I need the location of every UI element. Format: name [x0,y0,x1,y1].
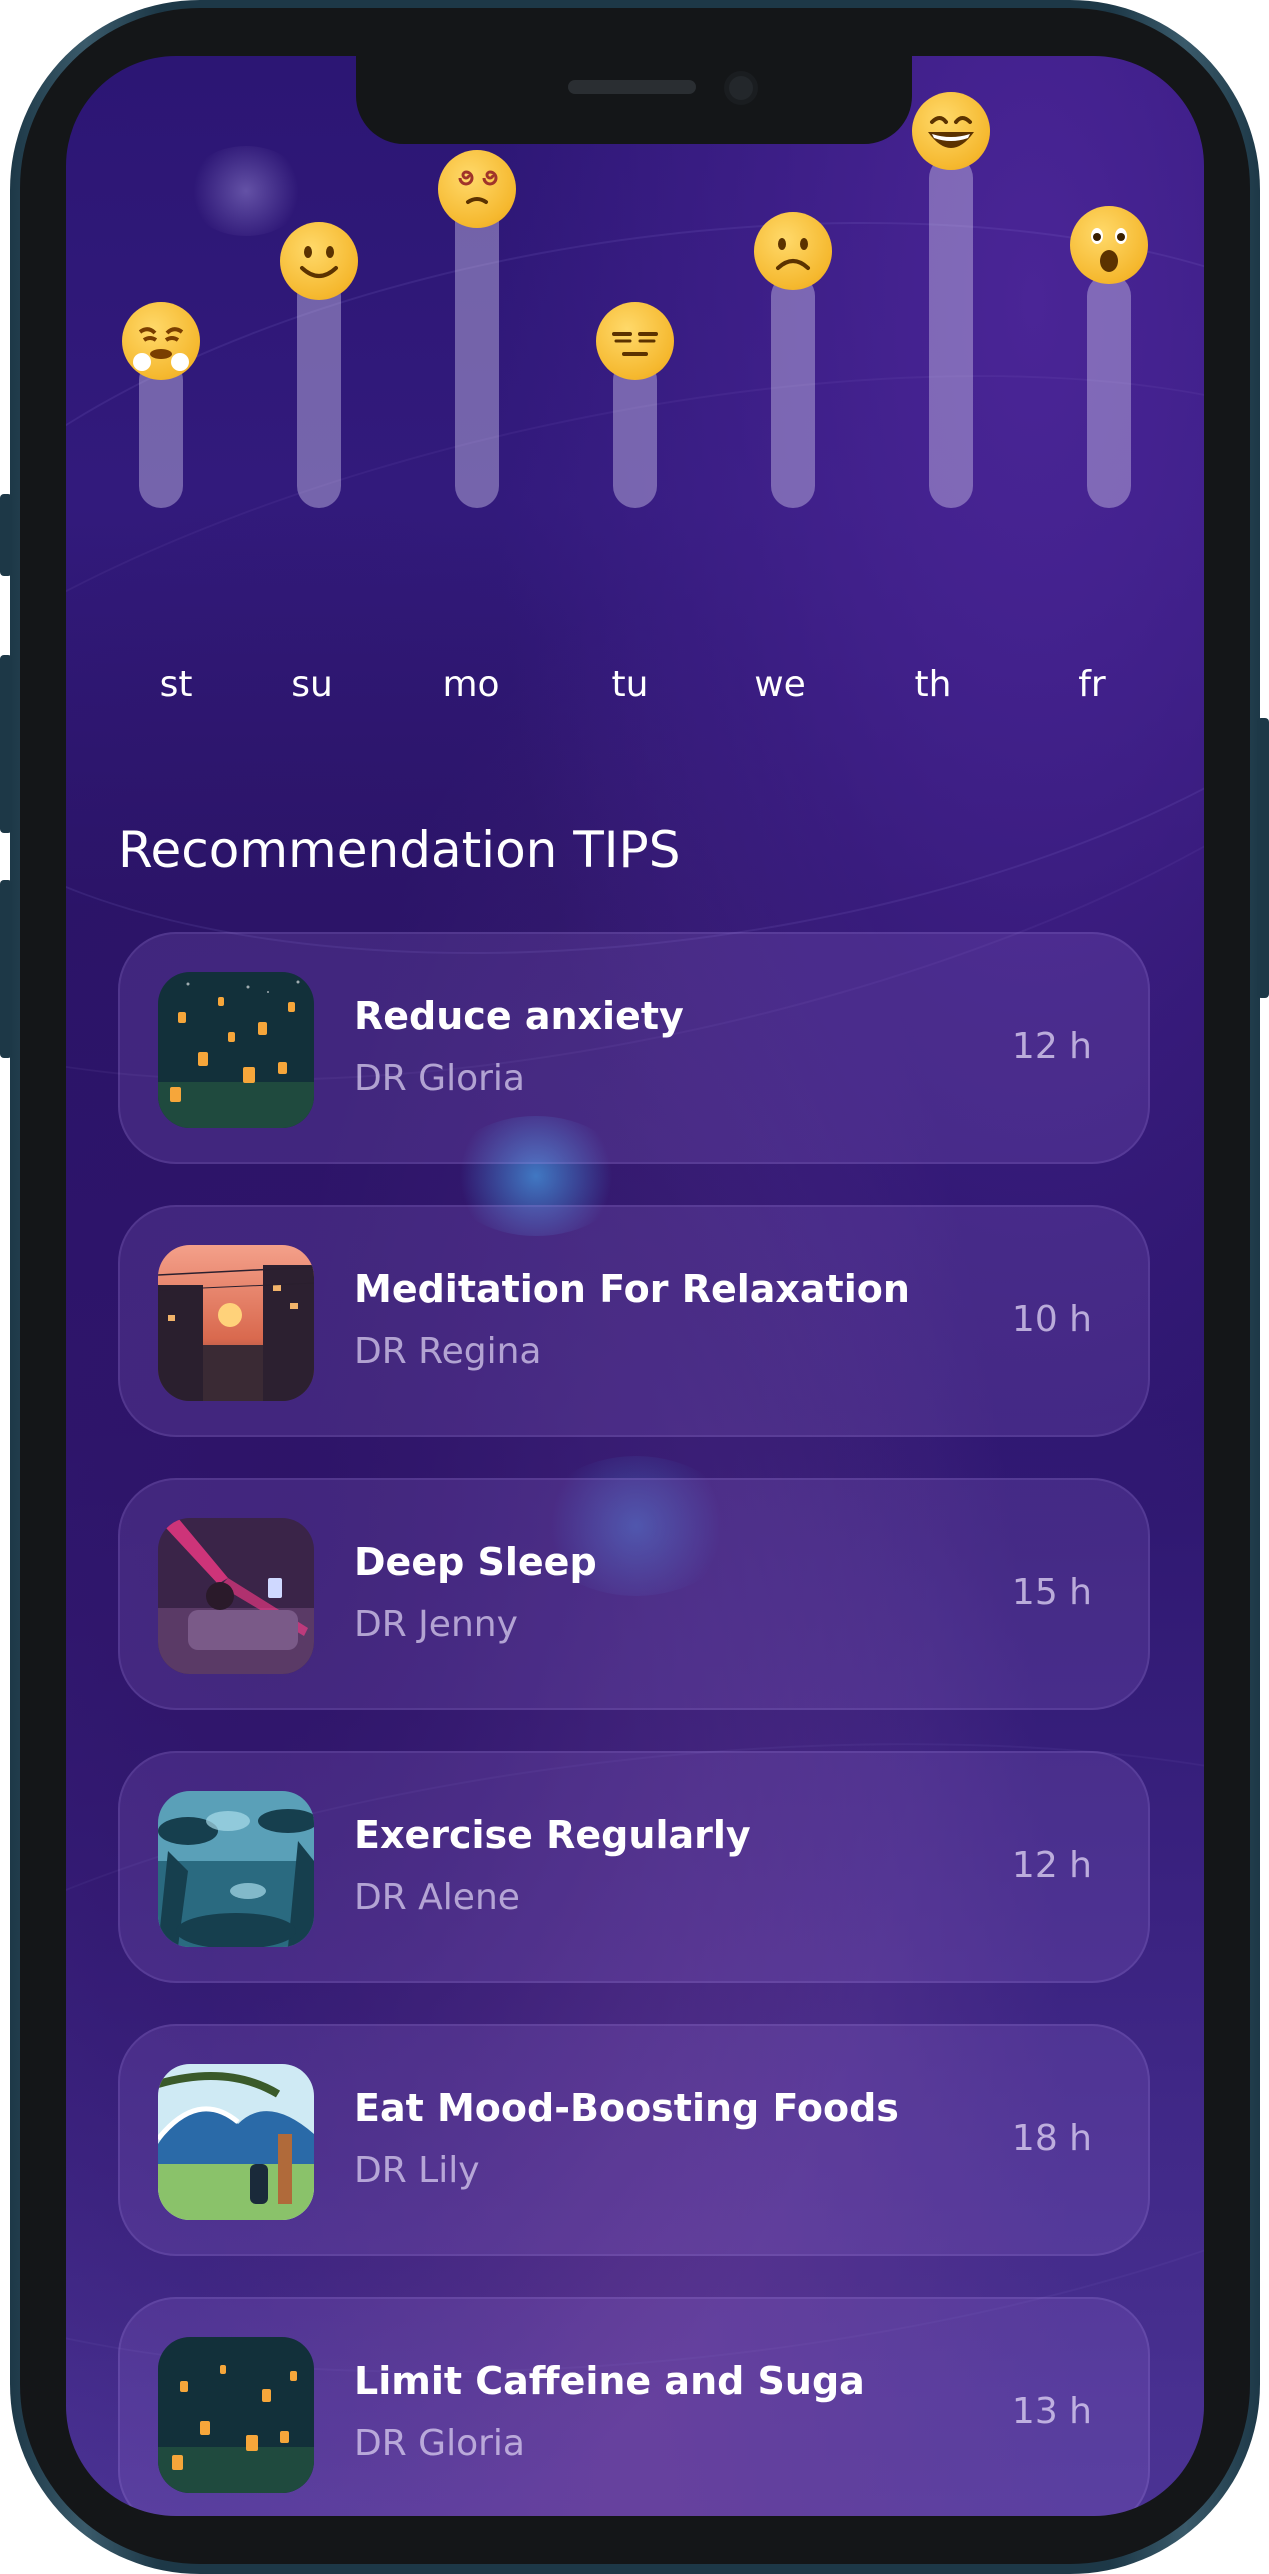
tip-title: Reduce anxiety [354,994,684,1038]
front-camera-icon [724,71,758,105]
tip-duration: 12 h [1011,1845,1092,1886]
angry-face-icon [122,302,200,380]
tip-title: Limit Caffeine and Suga [354,2359,865,2403]
sunset-street-image [158,1245,314,1401]
day-label-mo: mo [442,664,500,705]
side-button-power [1257,718,1269,998]
mood-bar-mo[interactable] [455,196,499,508]
mood-bar-su[interactable] [297,274,341,508]
tip-duration: 15 h [1011,1572,1092,1613]
tip-duration: 10 h [1011,1299,1092,1340]
day-label-th: th [914,664,952,705]
mood-bar-st[interactable] [139,358,183,508]
tip-author: DR Jenny [354,1604,518,1645]
lanterns-night-image [158,2337,314,2493]
tip-title: Deep Sleep [354,1540,597,1584]
section-title: Recommendation TIPS [118,821,681,879]
smiling-face-icon [280,222,358,300]
mood-bar-we[interactable] [771,274,815,508]
tip-card[interactable]: Exercise Regularly DR Alene 12 h [118,1751,1150,1983]
tip-title: Meditation For Relaxation [354,1267,910,1311]
day-label-su: su [291,664,333,705]
tip-author: DR Lily [354,2150,480,2191]
dizzy-face-icon [438,150,516,228]
tip-author: DR Gloria [354,2423,525,2464]
tip-card[interactable]: Meditation For Relaxation DR Regina 10 h [118,1205,1150,1437]
tip-duration: 13 h [1011,2391,1092,2432]
bedroom-neon-image [158,1518,314,1674]
phone-notch [356,56,912,144]
day-label-fr: fr [1078,664,1106,705]
tip-title: Eat Mood-Boosting Foods [354,2086,899,2130]
tip-duration: 12 h [1011,1026,1092,1067]
side-button-volume-down [0,880,12,1058]
day-label-st: st [159,664,193,705]
tip-card[interactable]: Eat Mood-Boosting Foods DR Lily 18 h [118,2024,1150,2256]
lanterns-night-image [158,972,314,1128]
tip-author: DR Alene [354,1877,520,1918]
day-label-we: we [754,664,806,705]
side-button-mute [0,494,12,576]
tip-author: DR Gloria [354,1058,525,1099]
mood-bar-th[interactable] [929,156,973,508]
background-glow [186,146,306,236]
day-label-tu: tu [611,664,649,705]
side-button-volume-up [0,655,12,833]
tip-author: DR Regina [354,1331,542,1372]
tip-card[interactable]: Reduce anxiety DR Gloria 12 h [118,932,1150,1164]
tip-card[interactable]: Limit Caffeine and Suga DR Gloria 13 h [118,2297,1150,2516]
mood-bar-tu[interactable] [613,358,657,508]
jungle-image [158,1791,314,1947]
mood-bar-fr[interactable] [1087,274,1131,508]
grinning-face-icon [912,92,990,170]
app-screen[interactable]: st su mo tu we th fr Recommendation TIPS… [66,56,1204,2516]
surprised-face-icon [1070,206,1148,284]
tip-title: Exercise Regularly [354,1813,751,1857]
tip-duration: 18 h [1011,2118,1092,2159]
tip-card[interactable]: Deep Sleep DR Jenny 15 h [118,1478,1150,1710]
ocean-wave-image [158,2064,314,2220]
frowning-face-icon [754,212,832,290]
expressionless-face-icon [596,302,674,380]
speaker-grille [568,80,696,94]
